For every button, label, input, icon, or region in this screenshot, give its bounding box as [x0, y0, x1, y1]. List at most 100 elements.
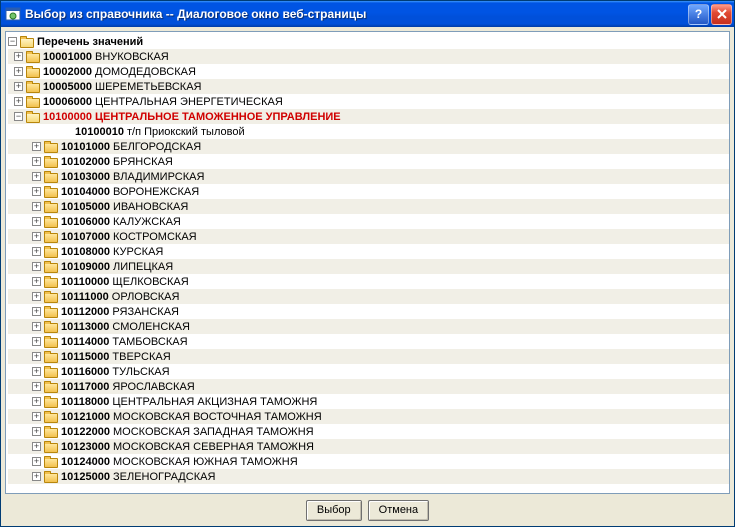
expand-icon[interactable]: + [32, 442, 41, 451]
expand-icon[interactable]: + [32, 352, 41, 361]
expand-icon[interactable]: + [32, 217, 41, 226]
tree-leaf[interactable]: 10100010 т/п Приокский тыловой [8, 124, 729, 139]
tree-item-label: 10100000 ЦЕНТРАЛЬНОЕ ТАМОЖЕННОЕ УПРАВЛЕН… [43, 111, 341, 123]
titlebar[interactable]: Выбор из справочника -- Диалоговое окно … [1, 1, 734, 27]
dialog-window: Выбор из справочника -- Диалоговое окно … [0, 0, 735, 527]
tree-item-label: 10001000 ВНУКОВСКАЯ [43, 51, 169, 63]
tree-item[interactable]: +10006000 ЦЕНТРАЛЬНАЯ ЭНЕРГЕТИЧЕСКАЯ [8, 94, 729, 109]
folder-icon [26, 96, 40, 108]
content-area: −Перечень значений+10001000 ВНУКОВСКАЯ+1… [1, 27, 734, 526]
tree-item[interactable]: +10106000 КАЛУЖСКАЯ [8, 214, 729, 229]
tree-item-label: 10005000 ШЕРЕМЕТЬЕВСКАЯ [43, 81, 201, 93]
folder-icon [44, 171, 58, 183]
tree-item-label: 10116000 ТУЛЬСКАЯ [61, 366, 170, 378]
tree-item[interactable]: +10101000 БЕЛГОРОДСКАЯ [8, 139, 729, 154]
expand-icon[interactable]: + [32, 337, 41, 346]
folder-icon [44, 261, 58, 273]
tree-item[interactable]: +10005000 ШЕРЕМЕТЬЕВСКАЯ [8, 79, 729, 94]
tree-item-label: 10115000 ТВЕРСКАЯ [61, 351, 171, 363]
window-title: Выбор из справочника -- Диалоговое окно … [25, 7, 686, 21]
tree-item[interactable]: +10104000 ВОРОНЕЖСКАЯ [8, 184, 729, 199]
expand-icon[interactable]: + [14, 82, 23, 91]
select-button[interactable]: Выбор [306, 500, 362, 521]
folder-icon [44, 156, 58, 168]
expand-icon[interactable]: + [32, 472, 41, 481]
folder-icon [44, 291, 58, 303]
tree-item[interactable]: +10123000 МОСКОВСКАЯ СЕВЕРНАЯ ТАМОЖНЯ [8, 439, 729, 454]
help-button[interactable]: ? [688, 4, 709, 25]
expand-icon[interactable]: + [32, 397, 41, 406]
expand-icon[interactable]: + [32, 262, 41, 271]
expand-icon[interactable]: + [32, 187, 41, 196]
expand-icon[interactable]: + [32, 457, 41, 466]
tree-item[interactable]: +10112000 РЯЗАНСКАЯ [8, 304, 729, 319]
cancel-button[interactable]: Отмена [368, 500, 429, 521]
tree-item[interactable]: +10002000 ДОМОДЕДОВСКАЯ [8, 64, 729, 79]
tree-item[interactable]: +10125000 ЗЕЛЕНОГРАДСКАЯ [8, 469, 729, 484]
tree-item[interactable]: +10114000 ТАМБОВСКАЯ [8, 334, 729, 349]
tree-item-selected[interactable]: − 10100000 ЦЕНТРАЛЬНОЕ ТАМОЖЕННОЕ УПРАВЛЕ… [8, 109, 729, 124]
tree-item[interactable]: +10121000 МОСКОВСКАЯ ВОСТОЧНАЯ ТАМОЖНЯ [8, 409, 729, 424]
expand-icon[interactable]: + [32, 427, 41, 436]
folder-icon [44, 411, 58, 423]
expand-icon[interactable]: + [14, 67, 23, 76]
expand-icon[interactable]: + [32, 322, 41, 331]
button-bar: Выбор Отмена [5, 494, 730, 524]
tree-item-label: 10110000 ЩЕЛКОВСКАЯ [61, 276, 189, 288]
tree-item-label: 10002000 ДОМОДЕДОВСКАЯ [43, 66, 196, 78]
tree-view[interactable]: −Перечень значений+10001000 ВНУКОВСКАЯ+1… [5, 31, 730, 494]
tree-item[interactable]: +10103000 ВЛАДИМИРСКАЯ [8, 169, 729, 184]
expand-icon[interactable]: + [32, 202, 41, 211]
app-icon [5, 6, 21, 22]
folder-icon [44, 366, 58, 378]
tree-item[interactable]: +10118000 ЦЕНТРАЛЬНАЯ АКЦИЗНАЯ ТАМОЖНЯ [8, 394, 729, 409]
tree-root[interactable]: −Перечень значений [8, 34, 729, 49]
folder-icon [44, 246, 58, 258]
expand-icon[interactable]: + [14, 52, 23, 61]
folder-icon [44, 456, 58, 468]
tree-item-label: 10103000 ВЛАДИМИРСКАЯ [61, 171, 204, 183]
folder-icon [44, 351, 58, 363]
tree-item[interactable]: +10124000 МОСКОВСКАЯ ЮЖНАЯ ТАМОЖНЯ [8, 454, 729, 469]
tree-item-label: 10121000 МОСКОВСКАЯ ВОСТОЧНАЯ ТАМОЖНЯ [61, 411, 322, 423]
folder-icon [26, 81, 40, 93]
tree-item-label: 10114000 ТАМБОВСКАЯ [61, 336, 188, 348]
tree-item[interactable]: +10109000 ЛИПЕЦКАЯ [8, 259, 729, 274]
expand-icon[interactable]: + [32, 412, 41, 421]
tree-item[interactable]: +10117000 ЯРОСЛАВСКАЯ [8, 379, 729, 394]
folder-icon [26, 51, 40, 63]
expand-icon[interactable]: + [32, 277, 41, 286]
tree-item[interactable]: +10105000 ИВАНОВСКАЯ [8, 199, 729, 214]
tree-item[interactable]: +10107000 КОСТРОМСКАЯ [8, 229, 729, 244]
tree-item[interactable]: +10115000 ТВЕРСКАЯ [8, 349, 729, 364]
tree-item-label: 10117000 ЯРОСЛАВСКАЯ [61, 381, 195, 393]
tree-item[interactable]: +10122000 МОСКОВСКАЯ ЗАПАДНАЯ ТАМОЖНЯ [8, 424, 729, 439]
expand-icon[interactable]: + [32, 307, 41, 316]
tree-item[interactable]: +10113000 СМОЛЕНСКАЯ [8, 319, 729, 334]
expand-icon[interactable]: + [32, 232, 41, 241]
expand-icon[interactable]: + [32, 382, 41, 391]
expand-icon[interactable]: + [32, 157, 41, 166]
tree-item[interactable]: +10102000 БРЯНСКАЯ [8, 154, 729, 169]
collapse-icon[interactable]: − [14, 112, 23, 121]
close-button[interactable] [711, 4, 732, 25]
tree-item[interactable]: +10001000 ВНУКОВСКАЯ [8, 49, 729, 64]
tree-item[interactable]: +10111000 ОРЛОВСКАЯ [8, 289, 729, 304]
expand-icon[interactable]: + [32, 292, 41, 301]
expand-icon[interactable]: + [32, 247, 41, 256]
tree-item[interactable]: +10108000 КУРСКАЯ [8, 244, 729, 259]
expand-icon[interactable]: + [14, 97, 23, 106]
expand-icon[interactable]: + [32, 367, 41, 376]
tree-item[interactable]: +10116000 ТУЛЬСКАЯ [8, 364, 729, 379]
tree-item-label: 10109000 ЛИПЕЦКАЯ [61, 261, 173, 273]
tree-item[interactable]: +10110000 ЩЕЛКОВСКАЯ [8, 274, 729, 289]
expand-icon[interactable]: + [32, 142, 41, 151]
folder-icon [44, 471, 58, 483]
folder-icon [44, 306, 58, 318]
tree-item-label: 10123000 МОСКОВСКАЯ СЕВЕРНАЯ ТАМОЖНЯ [61, 441, 314, 453]
tree-item-label: 10105000 ИВАНОВСКАЯ [61, 201, 188, 213]
folder-icon [44, 276, 58, 288]
tree-item-label: 10125000 ЗЕЛЕНОГРАДСКАЯ [61, 471, 215, 483]
collapse-icon[interactable]: − [8, 37, 17, 46]
expand-icon[interactable]: + [32, 172, 41, 181]
